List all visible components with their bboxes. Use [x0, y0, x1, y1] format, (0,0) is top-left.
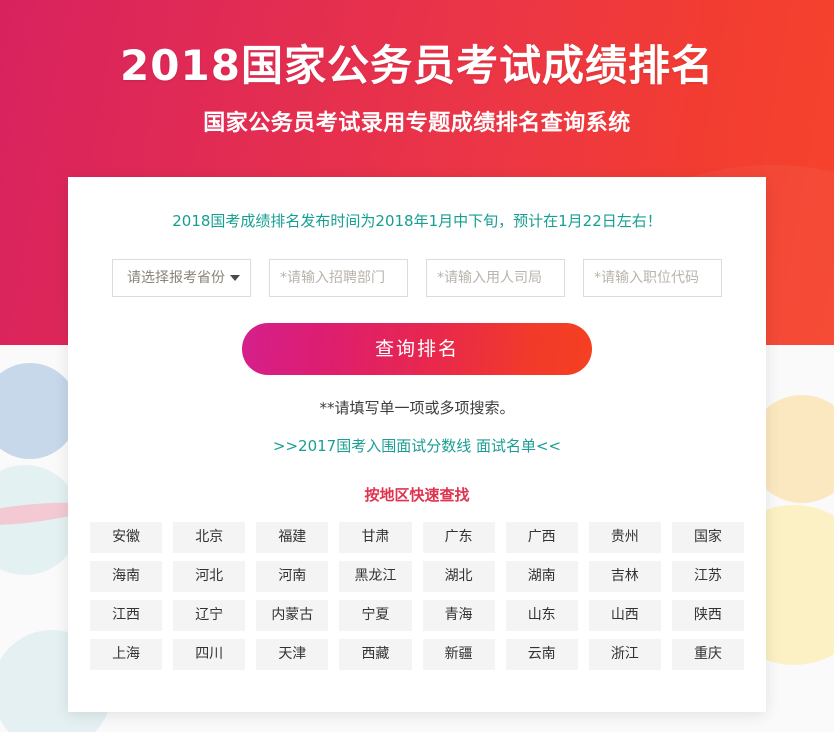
bureau-input[interactable] [427, 260, 564, 296]
region-cell[interactable]: 陕西 [671, 600, 744, 631]
decorative-circle-blue [0, 363, 78, 459]
region-cell[interactable]: 四川 [173, 639, 246, 670]
region-section-title: 按地区快速查找 [364, 486, 470, 504]
region-cell[interactable]: 内蒙古 [256, 600, 329, 631]
page-subtitle: 国家公务员考试录用专题成绩排名查询系统 [203, 111, 631, 136]
region-cell[interactable]: 黑龙江 [339, 561, 412, 592]
department-field[interactable] [269, 259, 408, 297]
page-root: 2018国家公务员考试成绩排名 国家公务员考试录用专题成绩排名查询系统 2018… [0, 0, 834, 732]
search-form: 请选择报考省份 [68, 259, 766, 297]
position-code-field[interactable] [583, 259, 722, 297]
region-cell[interactable]: 天津 [256, 639, 329, 670]
region-cell[interactable]: 西藏 [339, 639, 412, 670]
related-links: >>2017国考入围面试分数线 面试名单<< [68, 435, 766, 456]
region-cell[interactable]: 福建 [256, 522, 329, 553]
region-cell[interactable]: 国家 [671, 522, 744, 553]
region-cell[interactable]: 辽宁 [173, 600, 246, 631]
search-ranking-button[interactable]: 查询排名 [242, 323, 592, 375]
chevron-down-icon [230, 275, 240, 281]
region-cell[interactable]: 江西 [90, 600, 163, 631]
bureau-field[interactable] [426, 259, 565, 297]
region-cell[interactable]: 青海 [422, 600, 495, 631]
region-cell[interactable]: 广东 [422, 522, 495, 553]
region-cell[interactable]: 重庆 [671, 639, 744, 670]
region-cell[interactable]: 湖北 [422, 561, 495, 592]
region-cell[interactable]: 贵州 [588, 522, 661, 553]
region-cell[interactable]: 广西 [505, 522, 578, 553]
form-hint: **请填写单一项或多项搜索。 [319, 399, 515, 417]
interview-score-line-link[interactable]: >>2017国考入围面试分数线 面试名单<< [273, 437, 561, 455]
region-cell[interactable]: 宁夏 [339, 600, 412, 631]
department-input[interactable] [270, 260, 407, 296]
region-cell[interactable]: 山东 [505, 600, 578, 631]
region-cell[interactable]: 江苏 [671, 561, 744, 592]
region-cell[interactable]: 上海 [90, 639, 163, 670]
release-notice: 2018国考成绩排名发布时间为2018年1月中下旬，预计在1月22日左右！ [172, 212, 662, 230]
region-cell[interactable]: 浙江 [588, 639, 661, 670]
region-cell[interactable]: 新疆 [422, 639, 495, 670]
region-cell[interactable]: 安徽 [90, 522, 163, 553]
region-cell[interactable]: 吉林 [588, 561, 661, 592]
region-cell[interactable]: 山西 [588, 600, 661, 631]
region-cell[interactable]: 河北 [173, 561, 246, 592]
region-grid: 安徽 北京 福建 甘肃 广东 广西 贵州 国家海南 河北 河南 黑龙江 湖北 湖南 吉林 江苏江西 辽宁 内蒙古… [90, 522, 744, 670]
search-card: 2018国考成绩排名发布时间为2018年1月中下旬，预计在1月22日左右！ 请选… [68, 177, 766, 712]
region-cell[interactable]: 湖南 [505, 561, 578, 592]
search-button-row: 查询排名 [68, 323, 766, 375]
page-title: 2018国家公务员考试成绩排名 [120, 41, 714, 90]
province-select-label: 请选择报考省份 [127, 270, 225, 286]
region-cell[interactable]: 北京 [173, 522, 246, 553]
region-cell[interactable]: 海南 [90, 561, 163, 592]
province-select[interactable]: 请选择报考省份 [112, 259, 251, 297]
region-cell[interactable]: 甘肃 [339, 522, 412, 553]
region-cell[interactable]: 河南 [256, 561, 329, 592]
region-cell[interactable]: 云南 [505, 639, 578, 670]
position-code-input[interactable] [584, 260, 721, 296]
